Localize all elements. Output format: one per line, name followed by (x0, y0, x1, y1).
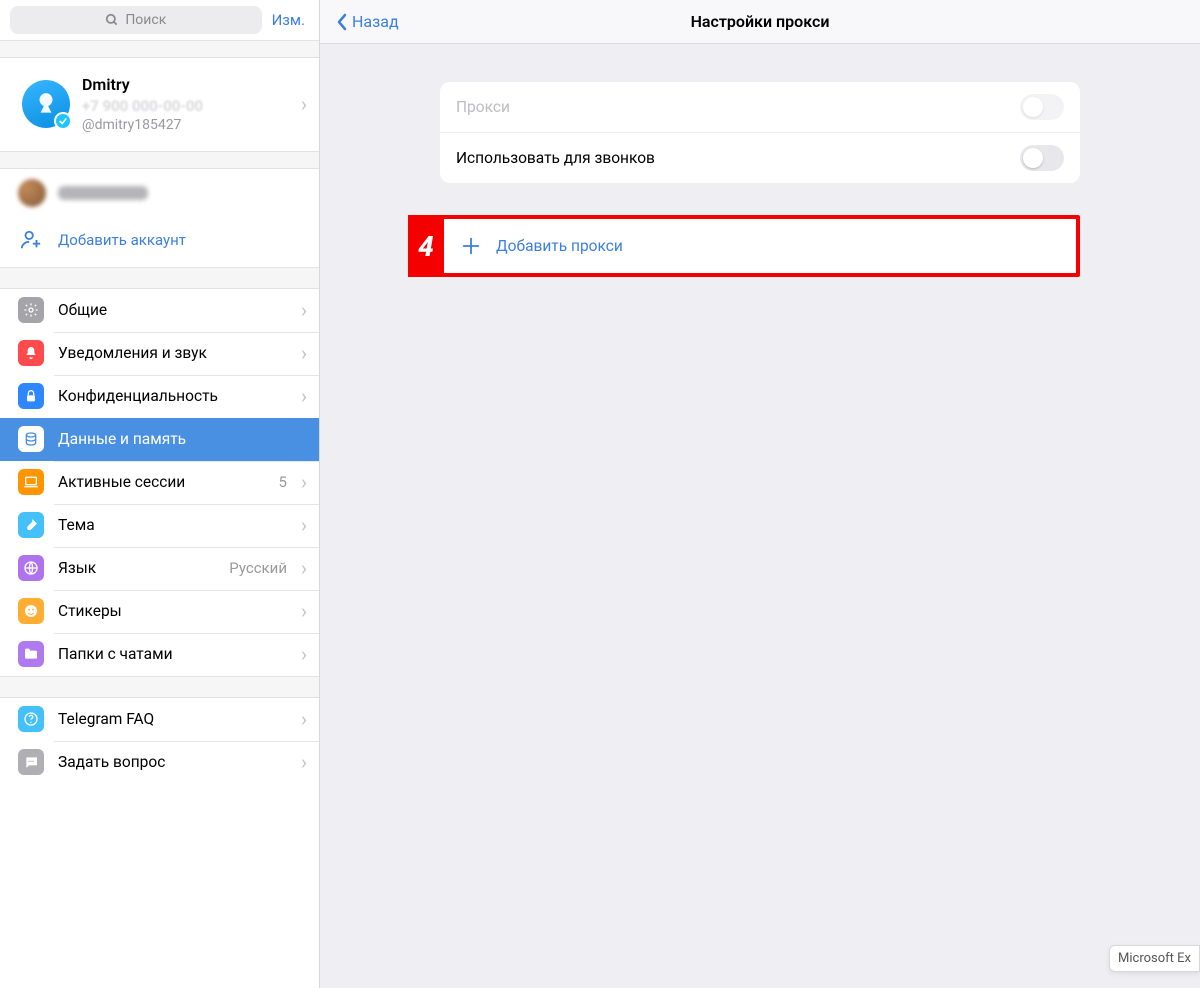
use-calls-label: Использовать для звонков (456, 149, 655, 167)
search-input[interactable]: Поиск (10, 6, 262, 34)
back-button[interactable]: Назад (336, 12, 399, 31)
account-name-blurred (58, 186, 148, 200)
add-proxy-label: Добавить прокси (496, 237, 623, 255)
menu-label: Уведомления и звук (58, 344, 287, 362)
chevron-right-icon: › (301, 92, 307, 116)
section-divider (0, 40, 319, 58)
menu-sessions[interactable]: Активные сессии 5 › (0, 461, 319, 504)
bell-icon (18, 340, 44, 366)
profile-row[interactable]: Dmitry +7 900 000-00-00 @dmitry185427 › (0, 58, 319, 151)
back-label: Назад (352, 12, 399, 31)
proxy-toggle-row: Прокси (440, 82, 1080, 132)
brush-icon (18, 512, 44, 538)
chevron-right-icon: › (301, 750, 307, 774)
chevron-right-icon: › (301, 298, 307, 322)
content: Прокси Использовать для звонков 4 Добави… (320, 44, 1200, 277)
menu-privacy[interactable]: Конфиденциальность › (0, 375, 319, 418)
menu-label: Папки с чатами (58, 645, 287, 663)
verified-badge-icon (54, 112, 72, 130)
search-placeholder: Поиск (125, 12, 166, 28)
chevron-left-icon (336, 13, 348, 31)
profile-info: Dmitry +7 900 000-00-00 @dmitry185427 (82, 74, 289, 135)
question-icon (18, 706, 44, 732)
proxy-settings-card: Прокси Использовать для звонков (440, 82, 1080, 183)
chevron-right-icon: › (301, 513, 307, 537)
section-divider (0, 267, 319, 289)
menu-label: Стикеры (58, 602, 287, 620)
avatar-small (18, 179, 46, 207)
chat-icon (18, 749, 44, 775)
proxy-toggle[interactable] (1020, 94, 1064, 120)
menu-theme[interactable]: Тема › (0, 504, 319, 547)
use-calls-toggle-row: Использовать для звонков (440, 132, 1080, 183)
avatar (22, 80, 70, 128)
profile-phone-blurred: +7 900 000-00-00 (82, 96, 289, 116)
plus-icon (460, 235, 482, 257)
chevron-right-icon: › (301, 707, 307, 731)
menu-data-storage[interactable]: Данные и память (0, 418, 319, 461)
menu-label: Общие (58, 301, 287, 319)
menu-label: Данные и память (58, 430, 307, 448)
add-account-label: Добавить аккаунт (58, 231, 186, 249)
lock-icon (18, 383, 44, 409)
section-divider (0, 151, 319, 169)
menu-label: Задать вопрос (58, 753, 287, 771)
sidebar: Поиск Изм. Dmitry +7 900 000-00-00 @dmit… (0, 0, 320, 988)
chevron-right-icon: › (301, 384, 307, 408)
menu-label: Конфиденциальность (58, 387, 287, 405)
menu-folders[interactable]: Папки с чатами › (0, 633, 319, 676)
chevron-right-icon: › (301, 341, 307, 365)
notification-tooltip[interactable]: Microsoft Ex (1109, 945, 1200, 972)
search-row: Поиск Изм. (0, 0, 319, 40)
menu-label: Активные сессии (58, 473, 265, 491)
edit-button[interactable]: Изм. (272, 11, 305, 29)
add-account-button[interactable]: Добавить аккаунт (0, 217, 319, 267)
database-icon (18, 426, 44, 452)
page-title: Настройки прокси (320, 12, 1200, 31)
menu-label: Telegram FAQ (58, 710, 287, 728)
menu-ask-question[interactable]: Задать вопрос › (0, 741, 319, 784)
laptop-icon (18, 469, 44, 495)
topbar: Назад Настройки прокси (320, 0, 1200, 44)
add-account-icon (18, 227, 44, 253)
folder-icon (18, 641, 44, 667)
add-proxy-button[interactable]: Добавить прокси (444, 219, 1076, 273)
globe-icon (18, 555, 44, 581)
menu-label: Тема (58, 516, 287, 534)
gear-icon (18, 297, 44, 323)
use-calls-toggle[interactable] (1020, 145, 1064, 171)
highlighted-step-box: 4 Добавить прокси (440, 215, 1080, 277)
menu-language[interactable]: Язык Русский › (0, 547, 319, 590)
proxy-label: Прокси (456, 98, 510, 116)
secondary-account-row[interactable] (0, 169, 319, 217)
menu-notifications[interactable]: Уведомления и звук › (0, 332, 319, 375)
search-icon (105, 13, 119, 27)
menu-general[interactable]: Общие › (0, 289, 319, 332)
main-panel: Назад Настройки прокси Прокси Использова… (320, 0, 1200, 988)
chevron-right-icon: › (301, 470, 307, 494)
chevron-right-icon: › (301, 642, 307, 666)
menu-faq[interactable]: Telegram FAQ › (0, 698, 319, 741)
step-number-badge: 4 (408, 215, 444, 277)
chevron-right-icon: › (301, 556, 307, 580)
profile-name: Dmitry (82, 74, 289, 96)
chevron-right-icon: › (301, 599, 307, 623)
sessions-count: 5 (279, 473, 287, 491)
profile-handle: @dmitry185427 (82, 116, 289, 135)
language-value: Русский (229, 559, 287, 577)
section-divider (0, 676, 319, 698)
sticker-icon (18, 598, 44, 624)
menu-label: Язык (58, 559, 215, 577)
menu-stickers[interactable]: Стикеры › (0, 590, 319, 633)
